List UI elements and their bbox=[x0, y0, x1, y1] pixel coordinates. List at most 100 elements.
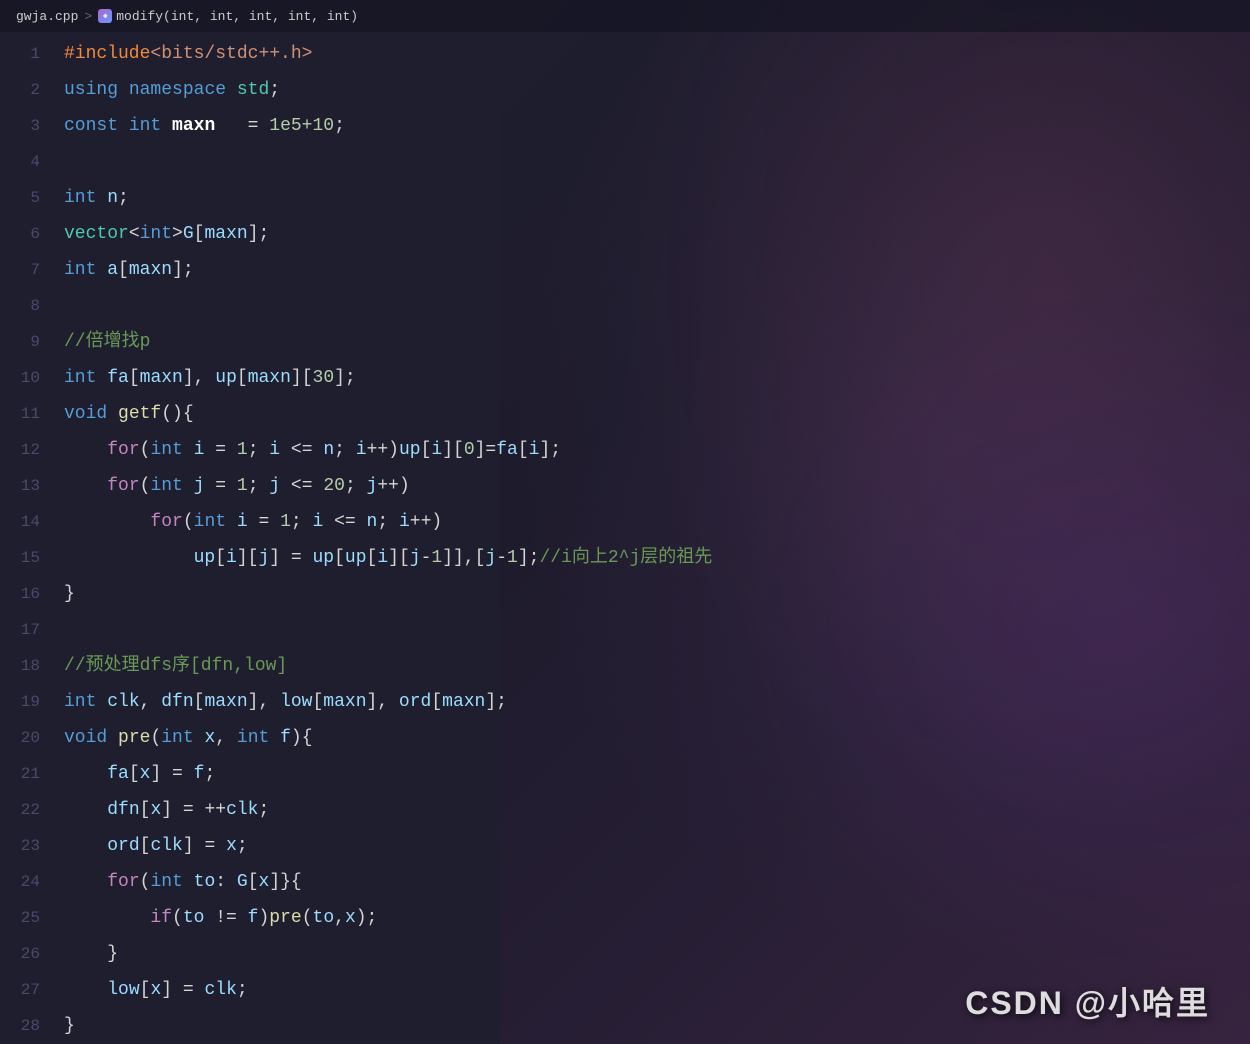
token: j bbox=[485, 548, 496, 568]
token: ]; bbox=[539, 440, 561, 460]
code-line: 13 for(int j = 1; j <= 20; j++) bbox=[0, 468, 1250, 504]
code-line: 7int a[maxn]; bbox=[0, 252, 1250, 288]
token bbox=[64, 476, 107, 496]
token: ], bbox=[367, 692, 399, 712]
token: int bbox=[64, 692, 96, 712]
token: G bbox=[237, 872, 248, 892]
line-content: using namespace std; bbox=[60, 72, 1250, 108]
token: (){ bbox=[161, 404, 193, 424]
line-content bbox=[60, 144, 1250, 180]
token: ; bbox=[345, 476, 367, 496]
token bbox=[64, 440, 107, 460]
token: [ bbox=[237, 368, 248, 388]
token: ], bbox=[183, 368, 215, 388]
token: ; bbox=[258, 800, 269, 820]
token: [ bbox=[194, 692, 205, 712]
token: maxn bbox=[172, 116, 215, 136]
token bbox=[96, 260, 107, 280]
token: i bbox=[399, 512, 410, 532]
token: maxn bbox=[204, 692, 247, 712]
token: pre bbox=[269, 908, 301, 928]
token: //预处理dfs序[dfn,low] bbox=[64, 656, 287, 676]
token bbox=[183, 440, 194, 460]
token: low bbox=[107, 980, 139, 1000]
line-number: 27 bbox=[0, 972, 60, 1008]
token: a bbox=[107, 260, 118, 280]
token: ; bbox=[334, 440, 356, 460]
code-line: 18//预处理dfs序[dfn,low] bbox=[0, 648, 1250, 684]
token: n bbox=[323, 440, 334, 460]
token: ( bbox=[150, 728, 161, 748]
token bbox=[118, 80, 129, 100]
token: ] = bbox=[269, 548, 312, 568]
token: ]; bbox=[172, 260, 194, 280]
token: [ bbox=[140, 836, 151, 856]
token: [ bbox=[140, 800, 151, 820]
code-line: 17 bbox=[0, 612, 1250, 648]
line-number: 14 bbox=[0, 504, 60, 540]
line-content: } bbox=[60, 576, 1250, 612]
breadcrumb-file: gwja.cpp bbox=[16, 9, 78, 24]
token bbox=[107, 728, 118, 748]
token: = bbox=[204, 440, 236, 460]
token: ]],[ bbox=[442, 548, 485, 568]
token: pre bbox=[118, 728, 150, 748]
token: } bbox=[64, 944, 118, 964]
code-line: 15 up[i][j] = up[up[i][j-1]],[j-1];//i向上… bbox=[0, 540, 1250, 576]
token: ; bbox=[334, 116, 345, 136]
token: ( bbox=[140, 440, 151, 460]
token: fa bbox=[496, 440, 518, 460]
token: up bbox=[215, 368, 237, 388]
token: 1 bbox=[431, 548, 442, 568]
token: clk bbox=[204, 980, 236, 1000]
token: = bbox=[204, 476, 236, 496]
token: i bbox=[431, 440, 442, 460]
token: j bbox=[194, 476, 205, 496]
code-line: 20void pre(int x, int f){ bbox=[0, 720, 1250, 756]
token: ] = ++ bbox=[161, 800, 226, 820]
line-content: } bbox=[60, 936, 1250, 972]
token: ; bbox=[118, 188, 129, 208]
code-line: 22 dfn[x] = ++clk; bbox=[0, 792, 1250, 828]
token: 1 bbox=[237, 440, 248, 460]
line-number: 7 bbox=[0, 252, 60, 288]
token: , bbox=[334, 908, 345, 928]
token: if bbox=[150, 908, 172, 928]
token: maxn bbox=[140, 368, 183, 388]
line-content: const int maxn = 1e5+10; bbox=[60, 108, 1250, 144]
token: ; bbox=[291, 512, 313, 532]
line-content: int fa[maxn], up[maxn][30]; bbox=[60, 360, 1250, 396]
line-number: 20 bbox=[0, 720, 60, 756]
token: int bbox=[150, 476, 182, 496]
token: clk bbox=[150, 836, 182, 856]
token: up bbox=[399, 440, 421, 460]
token: to bbox=[313, 908, 335, 928]
token: ][ bbox=[291, 368, 313, 388]
token: ][ bbox=[388, 548, 410, 568]
token: = bbox=[215, 116, 269, 136]
token: [ bbox=[194, 224, 205, 244]
token: for bbox=[150, 512, 182, 532]
token: ]= bbox=[475, 440, 497, 460]
token: int bbox=[194, 512, 226, 532]
line-number: 24 bbox=[0, 864, 60, 900]
line-number: 25 bbox=[0, 900, 60, 936]
token: 1 bbox=[237, 476, 248, 496]
token: [ bbox=[334, 548, 345, 568]
token: ; bbox=[237, 980, 248, 1000]
token: int bbox=[161, 728, 193, 748]
line-content: void pre(int x, int f){ bbox=[60, 720, 1250, 756]
token bbox=[64, 512, 150, 532]
line-content: if(to != f)pre(to,x); bbox=[60, 900, 1250, 936]
line-number: 19 bbox=[0, 684, 60, 720]
token: != bbox=[204, 908, 247, 928]
line-content: //倍增找p bbox=[60, 324, 1250, 360]
token: x bbox=[259, 872, 270, 892]
code-line: 21 fa[x] = f; bbox=[0, 756, 1250, 792]
line-content: ord[clk] = x; bbox=[60, 828, 1250, 864]
token: [ bbox=[312, 692, 323, 712]
line-content: int a[maxn]; bbox=[60, 252, 1250, 288]
token: clk bbox=[226, 800, 258, 820]
line-number: 2 bbox=[0, 72, 60, 108]
token: x bbox=[204, 728, 215, 748]
